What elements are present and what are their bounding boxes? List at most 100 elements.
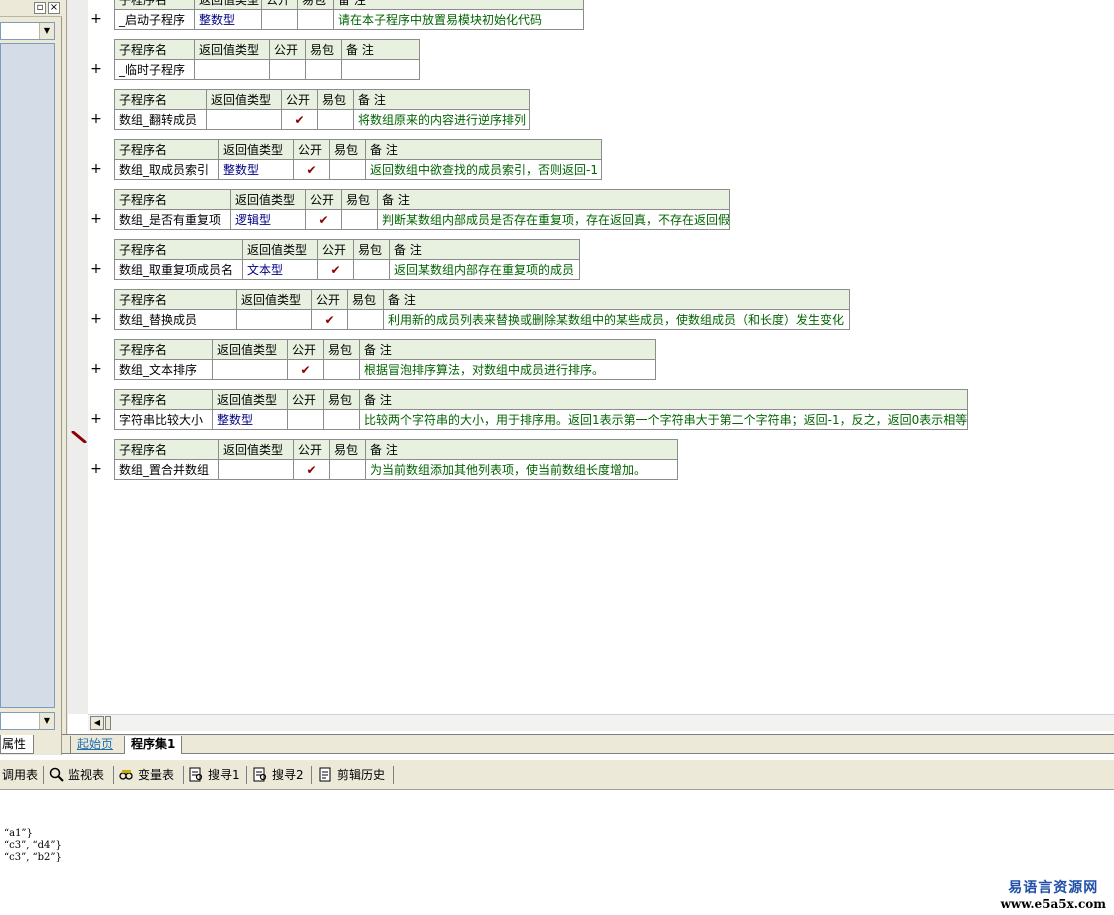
easy-pack-cell[interactable]	[341, 209, 378, 230]
header-name[interactable]: 子程序名	[114, 39, 195, 60]
return-type-cell[interactable]: 整数型	[218, 159, 294, 180]
header-public[interactable]: 公开	[293, 439, 330, 460]
expand-icon[interactable]: +	[89, 362, 103, 376]
header-public[interactable]: 公开	[311, 289, 348, 310]
toolbar-variable-table[interactable]: 变量表	[119, 766, 174, 784]
easy-pack-cell[interactable]	[297, 9, 334, 30]
header-public[interactable]: 公开	[281, 89, 318, 110]
toolbar-clip-history[interactable]: 剪辑历史	[318, 766, 385, 784]
public-cell[interactable]	[261, 9, 298, 30]
check-icon[interactable]: ✔	[293, 459, 330, 480]
public-cell[interactable]	[287, 409, 324, 430]
subroutine-name-cell[interactable]: _临时子程序	[114, 59, 195, 80]
easy-pack-cell[interactable]	[347, 309, 384, 330]
subroutine-name-cell[interactable]: 数组_文本排序	[114, 359, 213, 380]
horizontal-scrollbar[interactable]: ◀	[88, 714, 1114, 731]
restore-icon[interactable]: ▫	[34, 2, 46, 14]
header-name[interactable]: 子程序名	[114, 89, 207, 110]
header-public[interactable]: 公开	[287, 389, 324, 410]
header-note[interactable]: 备 注	[365, 439, 678, 460]
header-name[interactable]: 子程序名	[114, 189, 231, 210]
expand-icon[interactable]: +	[89, 62, 103, 76]
header-easy-pack[interactable]: 易包	[353, 239, 390, 260]
note-cell[interactable]: 利用新的成员列表来替换或删除某数组中的某些成员，使数组成员（和长度）发生变化	[383, 309, 850, 330]
header-name[interactable]: 子程序名	[114, 139, 219, 160]
easy-pack-cell[interactable]	[317, 109, 354, 130]
close-icon[interactable]: ×	[48, 2, 60, 14]
easy-pack-cell[interactable]	[329, 159, 366, 180]
subroutine-name-cell[interactable]: 数组_替换成员	[114, 309, 237, 330]
note-cell[interactable]: 返回数组中欲查找的成员索引，否则返回-1	[365, 159, 602, 180]
check-icon[interactable]: ✔	[317, 259, 354, 280]
return-type-cell[interactable]	[206, 109, 282, 130]
public-cell[interactable]	[269, 59, 306, 80]
easy-pack-cell[interactable]	[329, 459, 366, 480]
header-public[interactable]: 公开	[305, 189, 342, 210]
header-return-type[interactable]: 返回值类型	[212, 339, 288, 360]
header-easy-pack[interactable]: 易包	[323, 389, 360, 410]
header-note[interactable]: 备 注	[389, 239, 580, 260]
property-type-selector[interactable]: ▼	[0, 712, 55, 730]
return-type-cell[interactable]	[212, 359, 288, 380]
easy-pack-cell[interactable]	[323, 409, 360, 430]
header-easy-pack[interactable]: 易包	[329, 139, 366, 160]
header-note[interactable]: 备 注	[359, 339, 656, 360]
header-easy-pack[interactable]: 易包	[305, 39, 342, 60]
chevron-down-icon[interactable]: ▼	[39, 23, 54, 39]
return-type-cell[interactable]: 整数型	[212, 409, 288, 430]
header-public[interactable]: 公开	[293, 139, 330, 160]
header-name[interactable]: 子程序名	[114, 289, 237, 310]
header-name[interactable]: 子程序名	[114, 439, 219, 460]
header-note[interactable]: 备 注	[341, 39, 420, 60]
subroutine-name-cell[interactable]: 数组_取成员索引	[114, 159, 219, 180]
note-cell[interactable]	[341, 59, 420, 80]
header-name[interactable]: 子程序名	[114, 389, 213, 410]
check-icon[interactable]: ✔	[305, 209, 342, 230]
note-cell[interactable]: 判断某数组内部成员是否存在重复项，存在返回真，不存在返回假	[377, 209, 730, 230]
header-name[interactable]: 子程序名	[114, 339, 213, 360]
header-easy-pack[interactable]: 易包	[329, 439, 366, 460]
expand-icon[interactable]: +	[89, 12, 103, 26]
header-return-type[interactable]: 返回值类型	[242, 239, 318, 260]
scroll-thumb[interactable]	[105, 716, 111, 730]
check-icon[interactable]: ✔	[311, 309, 348, 330]
note-cell[interactable]: 比较两个字符串的大小，用于排序用。返回1表示第一个字符串大于第二个字符串；返回-…	[359, 409, 968, 430]
header-note[interactable]: 备 注	[353, 89, 530, 110]
property-list[interactable]	[0, 43, 55, 708]
note-cell[interactable]: 将数组原来的内容进行逆序排列	[353, 109, 530, 130]
subroutine-name-cell[interactable]: 字符串比较大小	[114, 409, 213, 430]
expand-icon[interactable]: +	[89, 412, 103, 426]
note-cell[interactable]: 请在本子程序中放置易模块初始化代码	[333, 9, 584, 30]
subroutine-name-cell[interactable]: 数组_取重复项成员名	[114, 259, 243, 280]
check-icon[interactable]: ✔	[293, 159, 330, 180]
tab-program-set-1[interactable]: 程序集1	[124, 736, 183, 754]
return-type-cell[interactable]	[236, 309, 312, 330]
easy-pack-cell[interactable]	[323, 359, 360, 380]
scroll-left-icon[interactable]: ◀	[90, 716, 104, 730]
expand-icon[interactable]: +	[89, 212, 103, 226]
chevron-down-icon[interactable]: ▼	[39, 713, 54, 729]
subroutine-name-cell[interactable]: 数组_翻转成员	[114, 109, 207, 130]
header-name[interactable]: 子程序名	[114, 239, 243, 260]
toolbar-search-2[interactable]: 搜寻2	[253, 766, 304, 784]
header-return-type[interactable]: 返回值类型	[212, 389, 288, 410]
header-easy-pack[interactable]: 易包	[341, 189, 378, 210]
header-name[interactable]: 子程序名	[114, 0, 195, 10]
return-type-cell[interactable]	[194, 59, 270, 80]
header-return-type[interactable]: 返回值类型	[206, 89, 282, 110]
header-public[interactable]: 公开	[287, 339, 324, 360]
header-note[interactable]: 备 注	[365, 139, 602, 160]
header-note[interactable]: 备 注	[383, 289, 850, 310]
header-public[interactable]: 公开	[317, 239, 354, 260]
header-easy-pack[interactable]: 易包	[297, 0, 334, 10]
header-return-type[interactable]: 返回值类型	[230, 189, 306, 210]
toolbar-call-table[interactable]: 调用表	[2, 766, 38, 784]
return-type-cell[interactable]	[218, 459, 294, 480]
output-pane[interactable]: “a1”} “c3”, “d4”} “c3”, “b2”}	[0, 791, 1114, 915]
subroutine-name-cell[interactable]: _启动子程序	[114, 9, 195, 30]
expand-icon[interactable]: +	[89, 112, 103, 126]
return-type-cell[interactable]: 文本型	[242, 259, 318, 280]
subroutine-name-cell[interactable]: 数组_是否有重复项	[114, 209, 231, 230]
expand-icon[interactable]: +	[89, 162, 103, 176]
header-return-type[interactable]: 返回值类型	[194, 39, 270, 60]
